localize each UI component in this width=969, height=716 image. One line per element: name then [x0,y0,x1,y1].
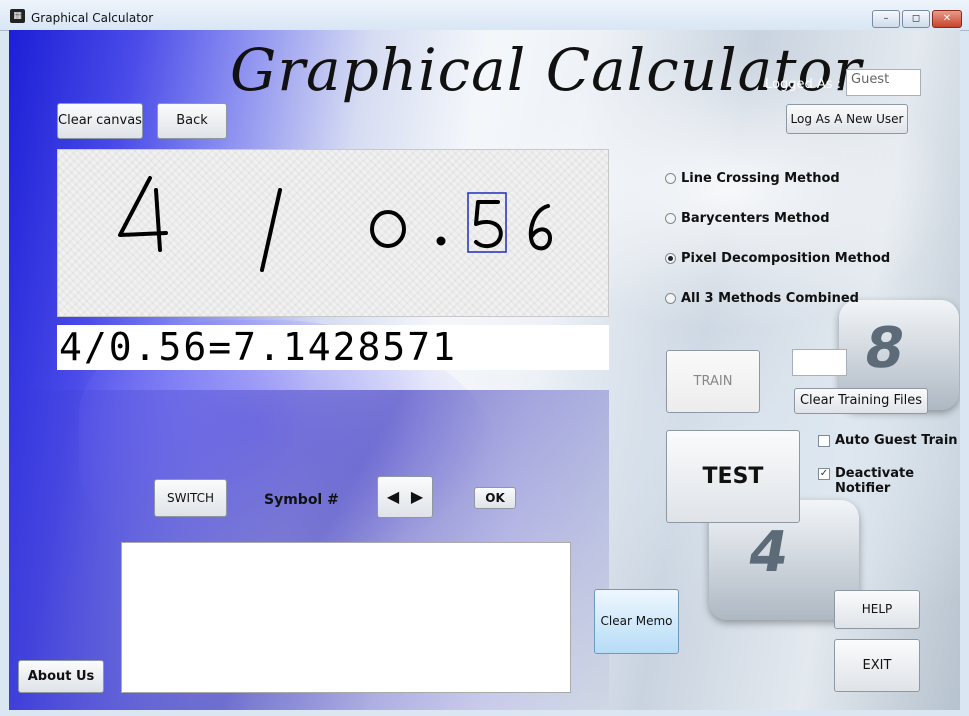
app-title: Graphical Calculator [230,36,863,104]
stroke-slash [260,188,282,272]
method-label-line-crossing: Line Crossing Method [681,171,840,186]
username-field[interactable]: Guest [846,69,921,96]
train-button[interactable]: TRAIN [666,350,760,413]
window-titlebar: ▦ Graphical Calculator – ◻ ✕ [0,0,969,31]
help-button[interactable]: HELP [834,590,920,629]
minimize-button[interactable]: – [872,10,900,28]
drawing-canvas[interactable] [57,149,609,317]
window-title: Graphical Calculator [31,11,154,25]
main-form: 8 4 Graphical Calculator Logged As : Gue… [9,30,960,710]
handwriting-strokes [118,176,552,272]
radio-all-methods[interactable] [665,293,676,304]
close-button[interactable]: ✕ [932,10,962,28]
stroke-dot [436,236,446,246]
logged-as-label: Logged As : [765,77,842,92]
symbol-stepper: ◀ ▶ [377,476,433,518]
radio-pixel-decomposition[interactable] [665,253,676,264]
method-label-barycenters: Barycenters Method [681,211,830,226]
clear-canvas-button[interactable]: Clear canvas [57,103,143,139]
method-label-all-methods: All 3 Methods Combined [681,291,859,306]
symbol-prev-button[interactable]: ◀ [382,481,404,513]
auto-guest-train-label: Auto Guest Train [835,433,958,448]
train-input[interactable] [792,349,847,376]
switch-button[interactable]: SWITCH [154,479,227,517]
auto-guest-train-checkbox[interactable] [818,435,830,447]
stroke-digit-6 [528,204,552,251]
back-button[interactable]: Back [157,103,227,139]
exit-button[interactable]: EXIT [834,639,920,692]
method-label-pixel-decomposition: Pixel Decomposition Method [681,251,891,266]
deactivate-notifier-checkbox[interactable]: ✓ [818,468,830,480]
symbol-next-button[interactable]: ▶ [406,481,428,513]
stroke-digit-4 [118,176,168,252]
result-display: 4/0.56=7.1428571 [57,325,609,370]
radio-barycenters[interactable] [665,213,676,224]
app-icon: ▦ [10,9,25,23]
clear-memo-button[interactable]: Clear Memo [594,589,679,654]
stroke-digit-5 [474,200,503,249]
maximize-button[interactable]: ◻ [902,10,930,28]
stroke-digit-0 [370,210,406,248]
ok-button[interactable]: OK [474,487,516,509]
deactivate-notifier-label: Deactivate Notifier [835,466,915,496]
about-us-button[interactable]: About Us [18,660,104,693]
radio-line-crossing[interactable] [665,173,676,184]
symbol-number-label: Symbol # [264,492,339,508]
log-as-new-user-button[interactable]: Log As A New User [786,104,908,134]
test-button[interactable]: TEST [666,430,800,523]
memo-box[interactable] [121,542,571,693]
clear-training-files-button[interactable]: Clear Training Files [794,388,928,414]
